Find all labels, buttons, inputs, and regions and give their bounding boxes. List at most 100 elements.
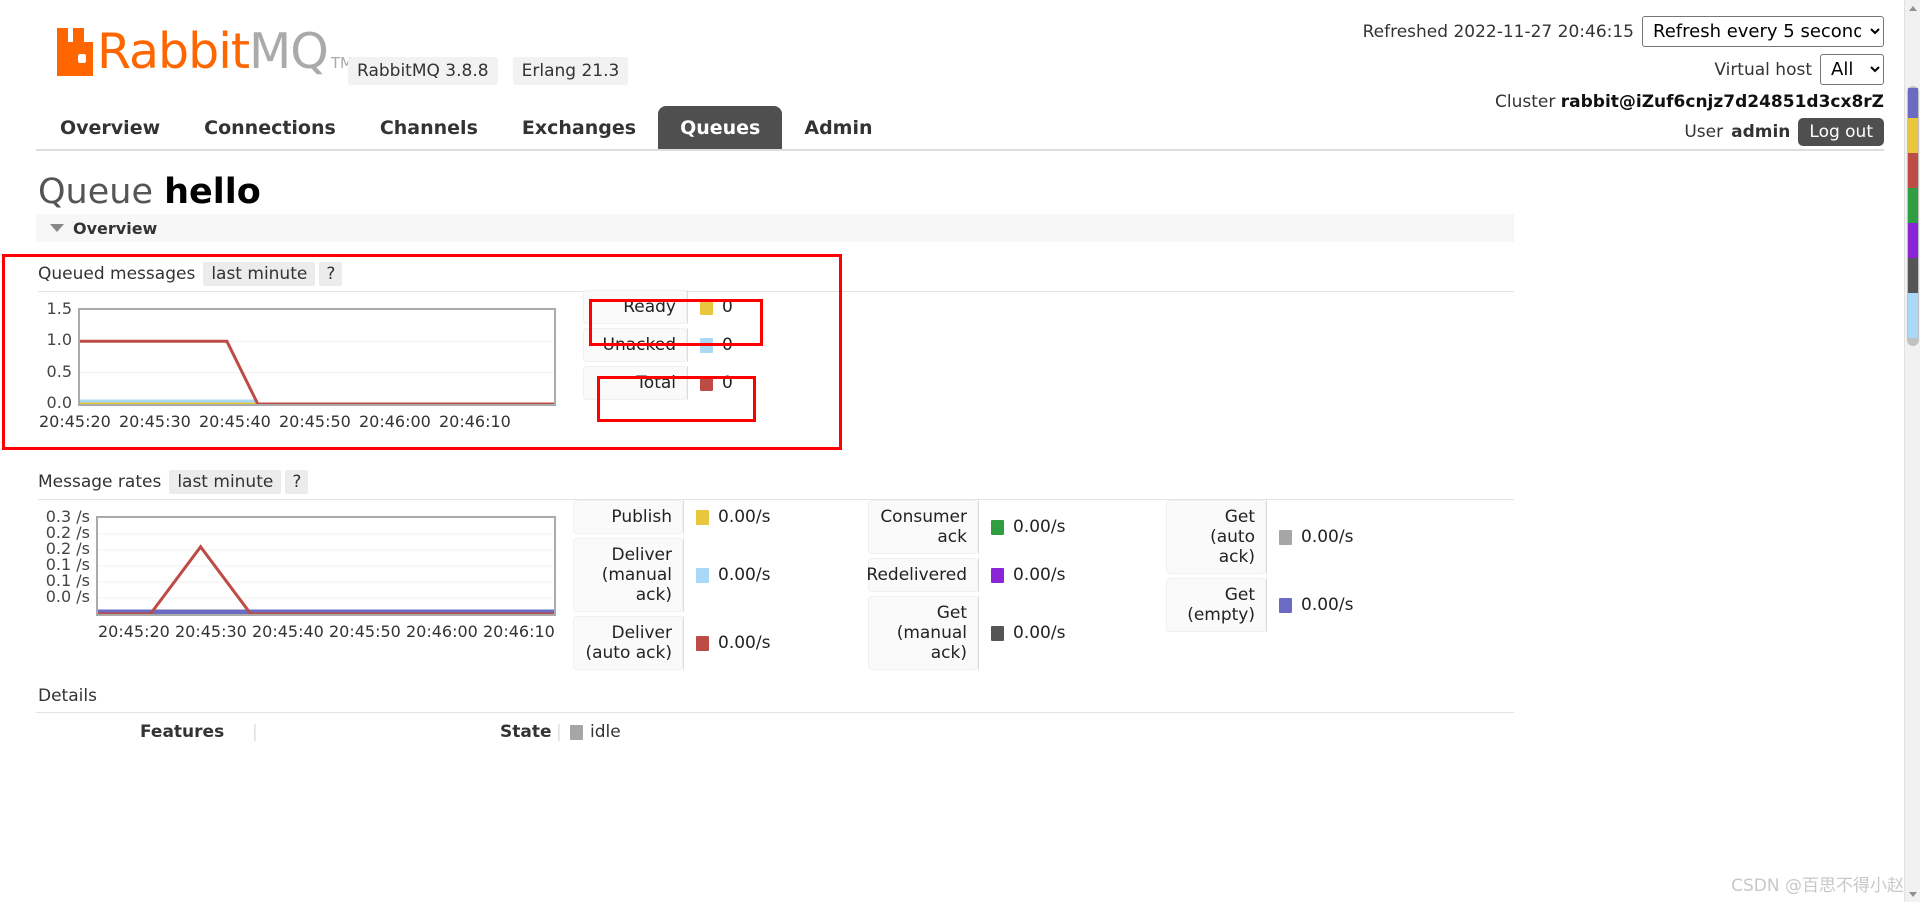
- page-scrollbar[interactable]: [1904, 0, 1920, 902]
- legend-key-redelivered[interactable]: Redelivered: [866, 558, 978, 592]
- legend-value: 0.00/s: [1013, 517, 1066, 537]
- legend-value: 0.00/s: [1301, 595, 1354, 615]
- legend-value-wrap: 0.00/s: [1267, 578, 1353, 632]
- nav-item-exchanges[interactable]: Exchanges: [500, 106, 658, 149]
- vhost-row: Virtual host All: [1363, 54, 1884, 85]
- chevron-down-icon[interactable]: [50, 224, 64, 232]
- queued-messages-plot-area: [78, 308, 556, 406]
- legend-key-consumer-ack[interactable]: Consumer ack: [868, 500, 978, 554]
- rates-y-tick: 0.0 /s: [45, 587, 90, 606]
- legend-row: Deliver (auto ack) 0.00/s: [573, 616, 770, 670]
- queued-x-tick: 20:46:00: [359, 412, 431, 431]
- message-rates-header: Message rates last minute ?: [38, 470, 1514, 494]
- scrollbar-down-arrow-icon[interactable]: [1905, 886, 1920, 902]
- queued-x-tick: 20:46:10: [439, 412, 511, 431]
- legend-row: Deliver (manual ack) 0.00/s: [573, 538, 770, 612]
- legend-swatch-icon: [700, 375, 713, 391]
- rates-x-tick: 20:45:30: [175, 622, 247, 641]
- legend-key-publish[interactable]: Publish: [573, 500, 683, 534]
- queued-messages-title: Queued messages: [38, 264, 196, 284]
- legend-value: 0: [722, 335, 733, 355]
- legend-key-unacked[interactable]: Unacked: [583, 328, 687, 362]
- rates-x-tick: 20:46:00: [406, 622, 478, 641]
- legend-swatch-icon: [700, 299, 713, 315]
- message-rates-legend-col3: Get (auto ack) 0.00/s Get (empty) 0.00/s: [1166, 500, 1353, 636]
- message-rates-plot-area: [96, 516, 556, 616]
- legend-value-wrap: 0.00/s: [684, 500, 770, 534]
- message-rates-line-svg: [98, 533, 554, 616]
- legend-value: 0.00/s: [718, 507, 771, 527]
- legend-value: 0.00/s: [1013, 623, 1066, 643]
- legend-value: 0.00/s: [1013, 565, 1066, 585]
- legend-row: Consumer ack 0.00/s: [868, 500, 1065, 554]
- details-state-value-wrap: idle: [570, 722, 621, 742]
- legend-row: Get (empty) 0.00/s: [1166, 578, 1353, 632]
- legend-row: Unacked 0: [583, 328, 733, 362]
- legend-value-wrap: 0.00/s: [684, 616, 770, 670]
- legend-swatch-icon: [700, 337, 713, 353]
- page-title-prefix: Queue: [38, 172, 153, 212]
- legend-key-get-empty[interactable]: Get (empty): [1166, 578, 1266, 632]
- legend-key-deliver-auto-ack[interactable]: Deliver (auto ack): [573, 616, 683, 670]
- legend-row: Total 0: [583, 366, 733, 400]
- message-rates-legend-col2: Consumer ack 0.00/s Redelivered 0.00/s Get (…: [866, 500, 1066, 674]
- overview-section-header[interactable]: Overview: [36, 214, 1514, 242]
- message-rates-block: Message rates last minute ? 0.3 /s 0.2 /s…: [38, 470, 1514, 670]
- virtual-host-label: Virtual host: [1714, 59, 1812, 80]
- legend-swatch-icon: [1279, 529, 1292, 545]
- nav-item-admin[interactable]: Admin: [782, 106, 894, 149]
- overview-section-label: Overview: [73, 218, 158, 238]
- rabbitmq-logo[interactable]: RabbitMQ TM: [57, 27, 353, 76]
- nav-item-overview[interactable]: Overview: [38, 106, 182, 149]
- logo-rabbit-text: Rabbit: [97, 23, 250, 80]
- message-rates-period-chip[interactable]: last minute: [169, 470, 282, 494]
- page-title: Queue hello: [38, 172, 261, 212]
- queued-messages-help-icon[interactable]: ?: [319, 262, 343, 286]
- logo-mq-text: MQ: [249, 23, 329, 80]
- legend-value-wrap: 0.00/s: [979, 500, 1065, 554]
- queued-x-tick: 20:45:40: [199, 412, 271, 431]
- legend-value-wrap: 0.00/s: [979, 596, 1065, 670]
- legend-key-total[interactable]: Total: [583, 366, 687, 400]
- queued-messages-chart: 1.5 1.0 0.5 0.0 20:45:20 20:45:30 20:45:40 20:…: [38, 299, 1514, 443]
- queued-x-tick: 20:45:30: [119, 412, 191, 431]
- legend-key-get-auto-ack[interactable]: Get (auto ack): [1166, 500, 1266, 574]
- queued-y-tick: 1.0: [46, 330, 72, 350]
- rabbitmq-version-pill: RabbitMQ 3.8.8: [348, 57, 498, 85]
- message-rates-help-icon[interactable]: ?: [285, 470, 309, 494]
- legend-row: Publish 0.00/s: [573, 500, 770, 534]
- legend-value: 0.00/s: [718, 633, 771, 653]
- queued-y-tick: 0.0: [46, 392, 72, 412]
- nav-item-connections[interactable]: Connections: [182, 106, 358, 149]
- legend-key-deliver-manual-ack[interactable]: Deliver (manual ack): [573, 538, 683, 612]
- details-divider: [36, 712, 1514, 713]
- queued-y-tick: 1.5: [46, 299, 72, 318]
- legend-value-wrap: 0: [688, 290, 733, 324]
- rates-x-tick: 20:45:50: [329, 622, 401, 641]
- legend-key-ready[interactable]: Ready: [583, 290, 687, 324]
- rabbit-logo-icon: [57, 28, 93, 76]
- nav-divider: [36, 149, 1884, 151]
- legend-row: Redelivered 0.00/s: [866, 558, 1066, 592]
- legend-key-get-manual-ack[interactable]: Get (manual ack): [868, 596, 978, 670]
- queued-messages-period-chip[interactable]: last minute: [203, 262, 316, 286]
- refresh-row: Refreshed 2022-11-27 20:46:15 Refresh ev…: [1363, 16, 1884, 47]
- nav-item-channels[interactable]: Channels: [358, 106, 500, 149]
- queued-messages-block: Queued messages last minute ? 1.5 1.0 0.5 0…: [38, 262, 1514, 443]
- legend-swatch-icon: [991, 519, 1004, 535]
- queued-x-tick: 20:45:20: [39, 412, 111, 431]
- refresh-interval-select[interactable]: Refresh every 5 seconds: [1642, 16, 1884, 47]
- legend-swatch-icon: [696, 567, 709, 583]
- virtual-host-select[interactable]: All: [1820, 54, 1884, 85]
- queued-messages-line-svg: [80, 339, 554, 406]
- legend-value-wrap: 0.00/s: [684, 538, 770, 612]
- legend-value: 0.00/s: [1301, 527, 1354, 547]
- erlang-version-pill: Erlang 21.3: [512, 57, 629, 85]
- rabbitmq-management-page: RabbitMQ TM RabbitMQ 3.8.8 Erlang 21.3 R…: [0, 0, 1920, 902]
- details-state-label: State: [500, 722, 552, 742]
- details-features-label: Features: [140, 722, 225, 742]
- details-features-separator: |: [252, 722, 258, 742]
- scrollbar-up-arrow-icon[interactable]: [1905, 0, 1920, 16]
- nav-item-queues[interactable]: Queues: [658, 106, 783, 149]
- version-pills: RabbitMQ 3.8.8 Erlang 21.3: [338, 57, 629, 85]
